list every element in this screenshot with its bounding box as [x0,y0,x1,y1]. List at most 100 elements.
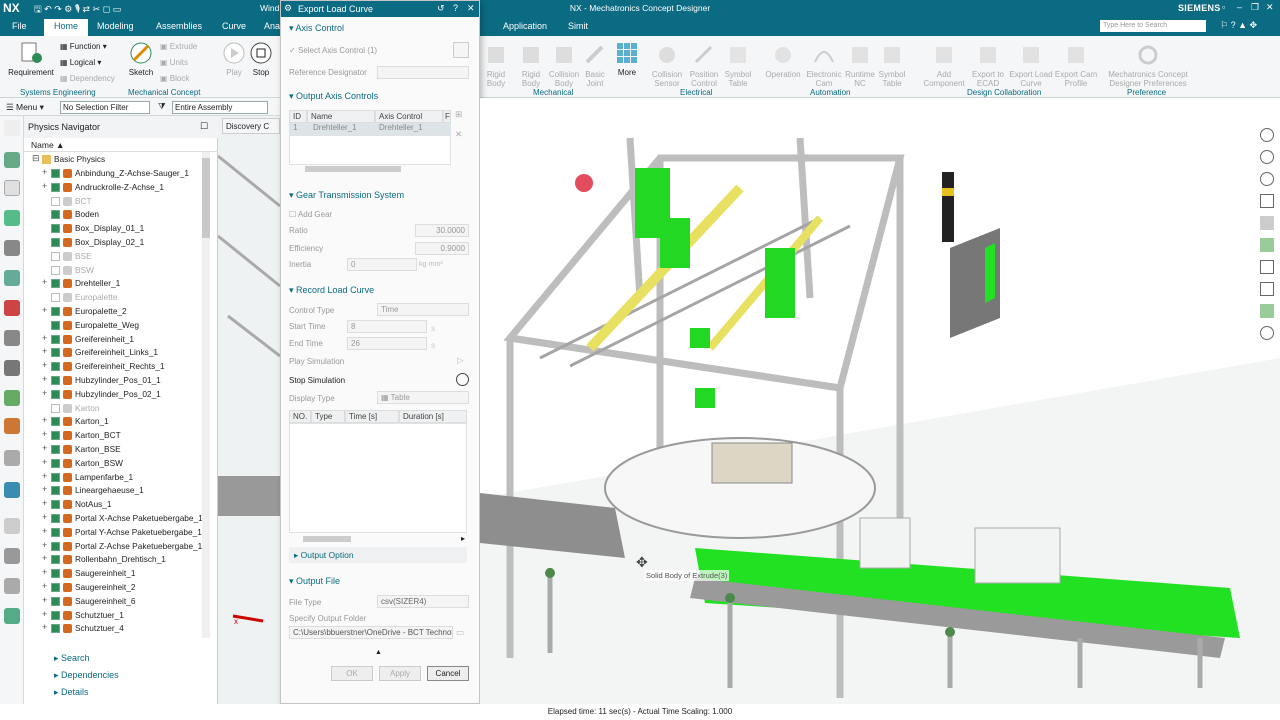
units-button[interactable]: ▣ Units [160,58,188,67]
stop-sim-icon[interactable] [456,373,469,386]
tree-item[interactable]: Boden [24,208,204,222]
minimize-icon[interactable]: – [1237,2,1242,12]
tree-item[interactable]: BSW [24,264,204,278]
tree-item[interactable]: Box_Display_02_1 [24,236,204,250]
collapse-icon[interactable]: ▲ [375,649,382,656]
measure-icon[interactable] [1260,238,1274,252]
expand-icon[interactable]: + [42,429,47,439]
tab-assemblies[interactable]: Assemblies [156,21,202,31]
play-button[interactable]: Play [220,40,248,77]
expand-icon[interactable]: + [42,498,47,508]
tree-item[interactable]: + Karton_BSE [24,443,204,457]
tree-item[interactable]: Europalette_Weg [24,319,204,333]
visibility-checkbox[interactable] [51,569,60,579]
dependency-button[interactable]: ▦ Dependency [60,74,115,83]
command-search-input[interactable]: Type Here to Search [1100,20,1206,32]
visibility-checkbox[interactable] [51,389,60,399]
search-icon[interactable]: ▫ [1222,2,1225,12]
expand-icon[interactable]: + [42,622,47,632]
tab-application[interactable]: Application [503,21,547,31]
tree-item[interactable]: + Greifereinheit_1 [24,333,204,347]
navigator-scroll-thumb[interactable] [202,158,210,238]
web-icon[interactable] [4,418,20,434]
maximize-icon[interactable]: ☐ [200,121,208,132]
visibility-checkbox[interactable] [51,417,60,427]
efficiency-field[interactable]: 0.9000 [415,242,469,255]
palette-icon[interactable] [4,450,20,466]
visibility-checkbox[interactable] [51,279,60,289]
tree-item[interactable]: + Karton_1 [24,415,204,429]
tree-item[interactable]: + Hubzylinder_Pos_02_1 [24,388,204,402]
visibility-checkbox[interactable] [51,431,60,441]
help-circle-icon[interactable] [1260,128,1274,142]
help-icon[interactable]: ? [453,3,458,13]
sketch-button[interactable]: Sketch [126,40,156,77]
viewport-left-part[interactable]: Discovery C x [218,116,280,704]
inertia-unit[interactable]: kg·mm² [419,261,443,268]
table-scrollbar[interactable] [305,166,401,172]
menu-button[interactable]: ☰ Menu ▾ [6,102,44,113]
close-dialog-icon[interactable]: ✕ [467,3,475,14]
box-icon[interactable] [4,360,20,376]
visibility-checkbox[interactable] [51,624,60,634]
more-button[interactable]: More [612,40,642,77]
rigid-body-button[interactable]: Rigid Body [478,42,514,88]
add-component-button[interactable]: Add Component [922,42,966,88]
logical-button[interactable]: ▦ Logical ▾ [60,58,101,67]
add-row-icon[interactable]: ⊞ [455,109,462,120]
visibility-checkbox[interactable] [51,555,60,565]
tab-simit[interactable]: Simit [568,21,588,31]
expand-icon[interactable]: + [42,484,47,494]
export-ecad-button[interactable]: Export to ECAD [966,42,1010,88]
visibility-checkbox[interactable] [51,182,60,192]
apply-button[interactable]: Apply [379,666,421,681]
settings-icon[interactable] [4,120,20,136]
collision-sensor-button[interactable]: Collision Sensor [648,42,686,88]
toolbar-icons[interactable]: ⚐ ? ▲ ✥ [1220,20,1257,31]
cancel-button[interactable]: Cancel [427,666,469,681]
tools-icon[interactable] [4,578,20,594]
visibility-checkbox[interactable] [51,196,60,206]
expand-icon[interactable]: + [42,333,47,343]
select-axis-label[interactable]: ✓ Select Axis Control (1) [289,46,377,55]
tree-item[interactable]: + Saugereinheit_2 [24,581,204,595]
tree-item[interactable]: Karton [24,402,204,416]
cube-icon[interactable] [4,330,20,346]
visibility-checkbox[interactable] [51,500,60,510]
visibility-checkbox[interactable] [51,376,60,385]
visibility-checkbox[interactable] [51,307,60,316]
light-icon[interactable] [1260,304,1274,318]
extrude-button[interactable]: ▣ Extrude [160,42,197,51]
visibility-checkbox[interactable] [51,293,60,303]
visibility-checkbox[interactable] [51,458,60,468]
symbol-table-button[interactable]: Symbol Table [722,42,754,88]
select-target-icon[interactable] [453,42,469,58]
section-record[interactable]: ▾ Record Load Curve [289,285,374,296]
expand-icon[interactable]: + [42,457,47,467]
visibility-checkbox[interactable] [51,445,60,454]
role-icon[interactable] [4,548,20,564]
search-icon[interactable]: ⌕ [1196,20,1201,31]
expand-icon[interactable]: + [42,553,47,563]
tab-home[interactable]: Home [44,19,89,36]
export-load-curve-button[interactable]: Export Load Curve [1008,42,1054,88]
tab-analysis[interactable]: Ana [264,21,280,31]
start-time-field[interactable]: 8 [347,320,427,333]
tree-item[interactable]: + Schutztuer_4 [24,622,204,636]
column-header-name[interactable]: Name ▲ [24,138,218,152]
export-cam-profile-button[interactable]: Export Cam Profile [1054,42,1098,88]
tree-item[interactable]: + Hubzylinder_Pos_01_1 [24,374,204,388]
collision-body-button[interactable]: Collision Body [548,42,580,88]
visibility-checkbox[interactable] [51,251,60,261]
end-time-field[interactable]: 26 [347,337,427,350]
visibility-checkbox[interactable] [51,610,60,620]
expand-icon[interactable]: + [42,512,47,522]
globe-icon[interactable] [4,482,20,498]
visibility-checkbox[interactable] [51,527,60,537]
scroll-right-icon[interactable]: ▸ [461,534,465,543]
ratio-field[interactable]: 30.0000 [415,224,469,237]
assembly-navigator-icon[interactable] [4,152,20,168]
expand-icon[interactable]: + [42,167,47,177]
display-type-select[interactable]: ▦ Table [377,391,469,404]
play-sim-icon[interactable]: ▷ [457,355,464,366]
